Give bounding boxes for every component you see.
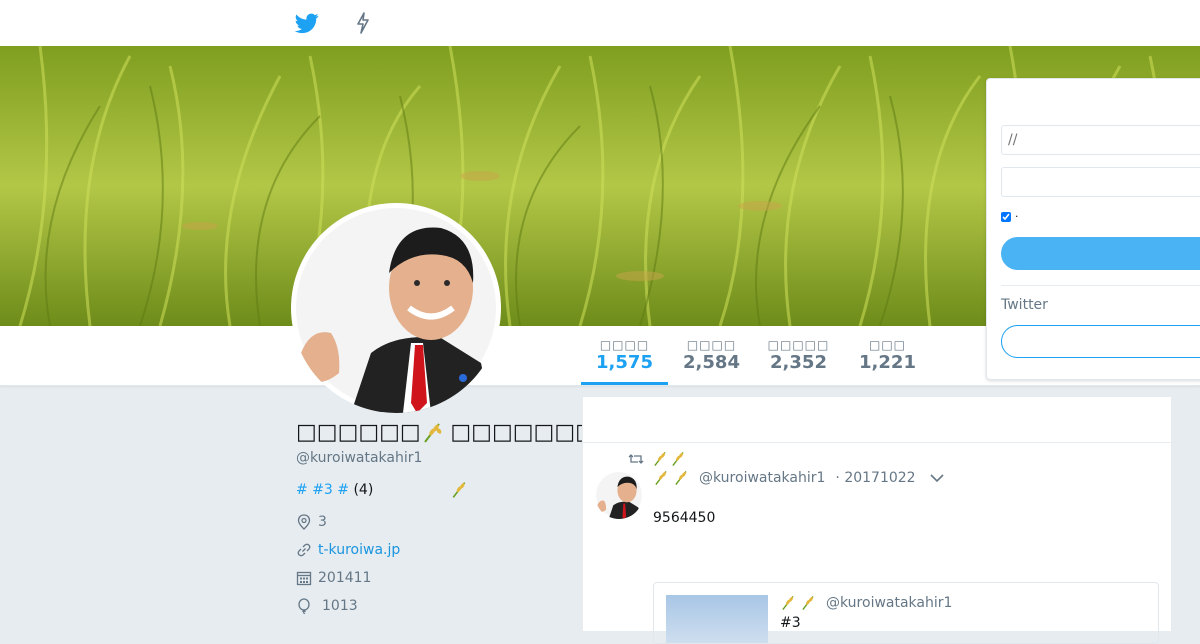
profile-birthday: 1013	[296, 598, 358, 614]
username-field[interactable]	[1001, 125, 1200, 155]
rice-plant-icon	[675, 471, 687, 485]
birthday-text: 1013	[322, 598, 358, 614]
stat-following-value: 2,584	[683, 352, 740, 373]
rice-plant-icon	[452, 482, 466, 498]
balloon-icon	[298, 598, 310, 614]
quoted-tweet-header: @kuroiwatakahir1	[780, 595, 952, 611]
avatar-photo	[296, 208, 496, 413]
profile-avatar[interactable]	[291, 203, 501, 413]
stat-likes-value: 1,221	[859, 352, 916, 373]
calendar-icon	[296, 571, 312, 586]
profile-joined: 201411	[296, 570, 371, 586]
profile-name-text: □□□□□□	[296, 420, 421, 445]
bio-hashtag[interactable]: #3	[312, 482, 333, 498]
login-button[interactable]	[1001, 237, 1200, 270]
profile-location: 3	[296, 514, 327, 530]
timeline-header	[583, 397, 1171, 443]
profile-bio: # #3 # (4)	[296, 481, 468, 499]
tweet-header: @kuroiwatakahir1 · 20171022	[653, 470, 944, 486]
signup-button[interactable]	[1001, 325, 1200, 358]
stat-tweets-value: 1,575	[596, 352, 653, 373]
tweet-text: 9564450	[653, 510, 716, 526]
tweet-date[interactable]: · 20171022	[835, 470, 915, 486]
rice-plant-icon	[782, 596, 794, 610]
twitter-bird-icon[interactable]	[295, 11, 319, 35]
quoted-tweet-handle: @kuroiwatakahir1	[826, 595, 953, 611]
stat-followers-value: 2,352	[770, 352, 827, 373]
rice-plant-icon	[802, 596, 814, 610]
stat-followers[interactable]: □□□□□ 2,352	[755, 338, 842, 374]
profile-handle[interactable]: @kuroiwatakahir1	[296, 450, 422, 466]
link-icon	[297, 543, 311, 557]
top-nav	[0, 0, 1200, 47]
rice-plant-icon	[655, 471, 667, 485]
tweet-handle[interactable]: @kuroiwatakahir1	[699, 470, 825, 486]
bio-count: (4)	[353, 482, 374, 498]
tweet-avatar[interactable]	[595, 471, 643, 519]
joined-text: 201411	[318, 570, 372, 586]
login-divider	[1001, 285, 1200, 286]
stat-following-label: □□□□	[686, 338, 737, 352]
rice-plant-icon	[672, 452, 684, 466]
retweet-icon	[628, 454, 644, 464]
moments-lightning-icon[interactable]	[351, 11, 375, 35]
stat-tweets-label: □□□□	[599, 338, 650, 352]
quoted-tweet-image	[666, 595, 768, 643]
remember-me-checkbox[interactable]	[1001, 211, 1011, 222]
remember-me[interactable]: ·	[1001, 210, 1019, 223]
timeline: @kuroiwatakahir1 · 20171022 9564450 @kur…	[582, 396, 1172, 644]
stat-following[interactable]: □□□□ 2,584	[668, 338, 755, 374]
rice-plant-icon	[654, 452, 666, 466]
remember-me-label: ·	[1015, 210, 1019, 223]
website-link[interactable]: t-kuroiwa.jp	[318, 542, 400, 558]
chevron-down-icon[interactable]	[930, 473, 944, 483]
stat-followers-label: □□□□□	[767, 338, 830, 352]
login-card: · Twitter	[986, 78, 1200, 380]
bio-hashtag[interactable]: #	[337, 482, 349, 498]
stat-likes-label: □□□	[868, 338, 906, 352]
signup-prompt: Twitter	[1001, 297, 1048, 313]
avatar-photo	[596, 472, 642, 519]
bio-hashtag[interactable]: #	[296, 482, 308, 498]
rice-plant-icon	[423, 423, 442, 443]
stat-tweets[interactable]: □□□□ 1,575	[581, 338, 668, 385]
location-text: 3	[318, 514, 327, 530]
password-field[interactable]	[1001, 167, 1200, 197]
quoted-tweet-text: #3	[780, 615, 801, 631]
quoted-tweet[interactable]: @kuroiwatakahir1 #3	[653, 582, 1159, 644]
location-pin-icon	[297, 514, 311, 530]
retweet-context	[628, 451, 686, 467]
profile-website: t-kuroiwa.jp	[296, 542, 400, 558]
stat-likes[interactable]: □□□ 1,221	[844, 338, 931, 374]
